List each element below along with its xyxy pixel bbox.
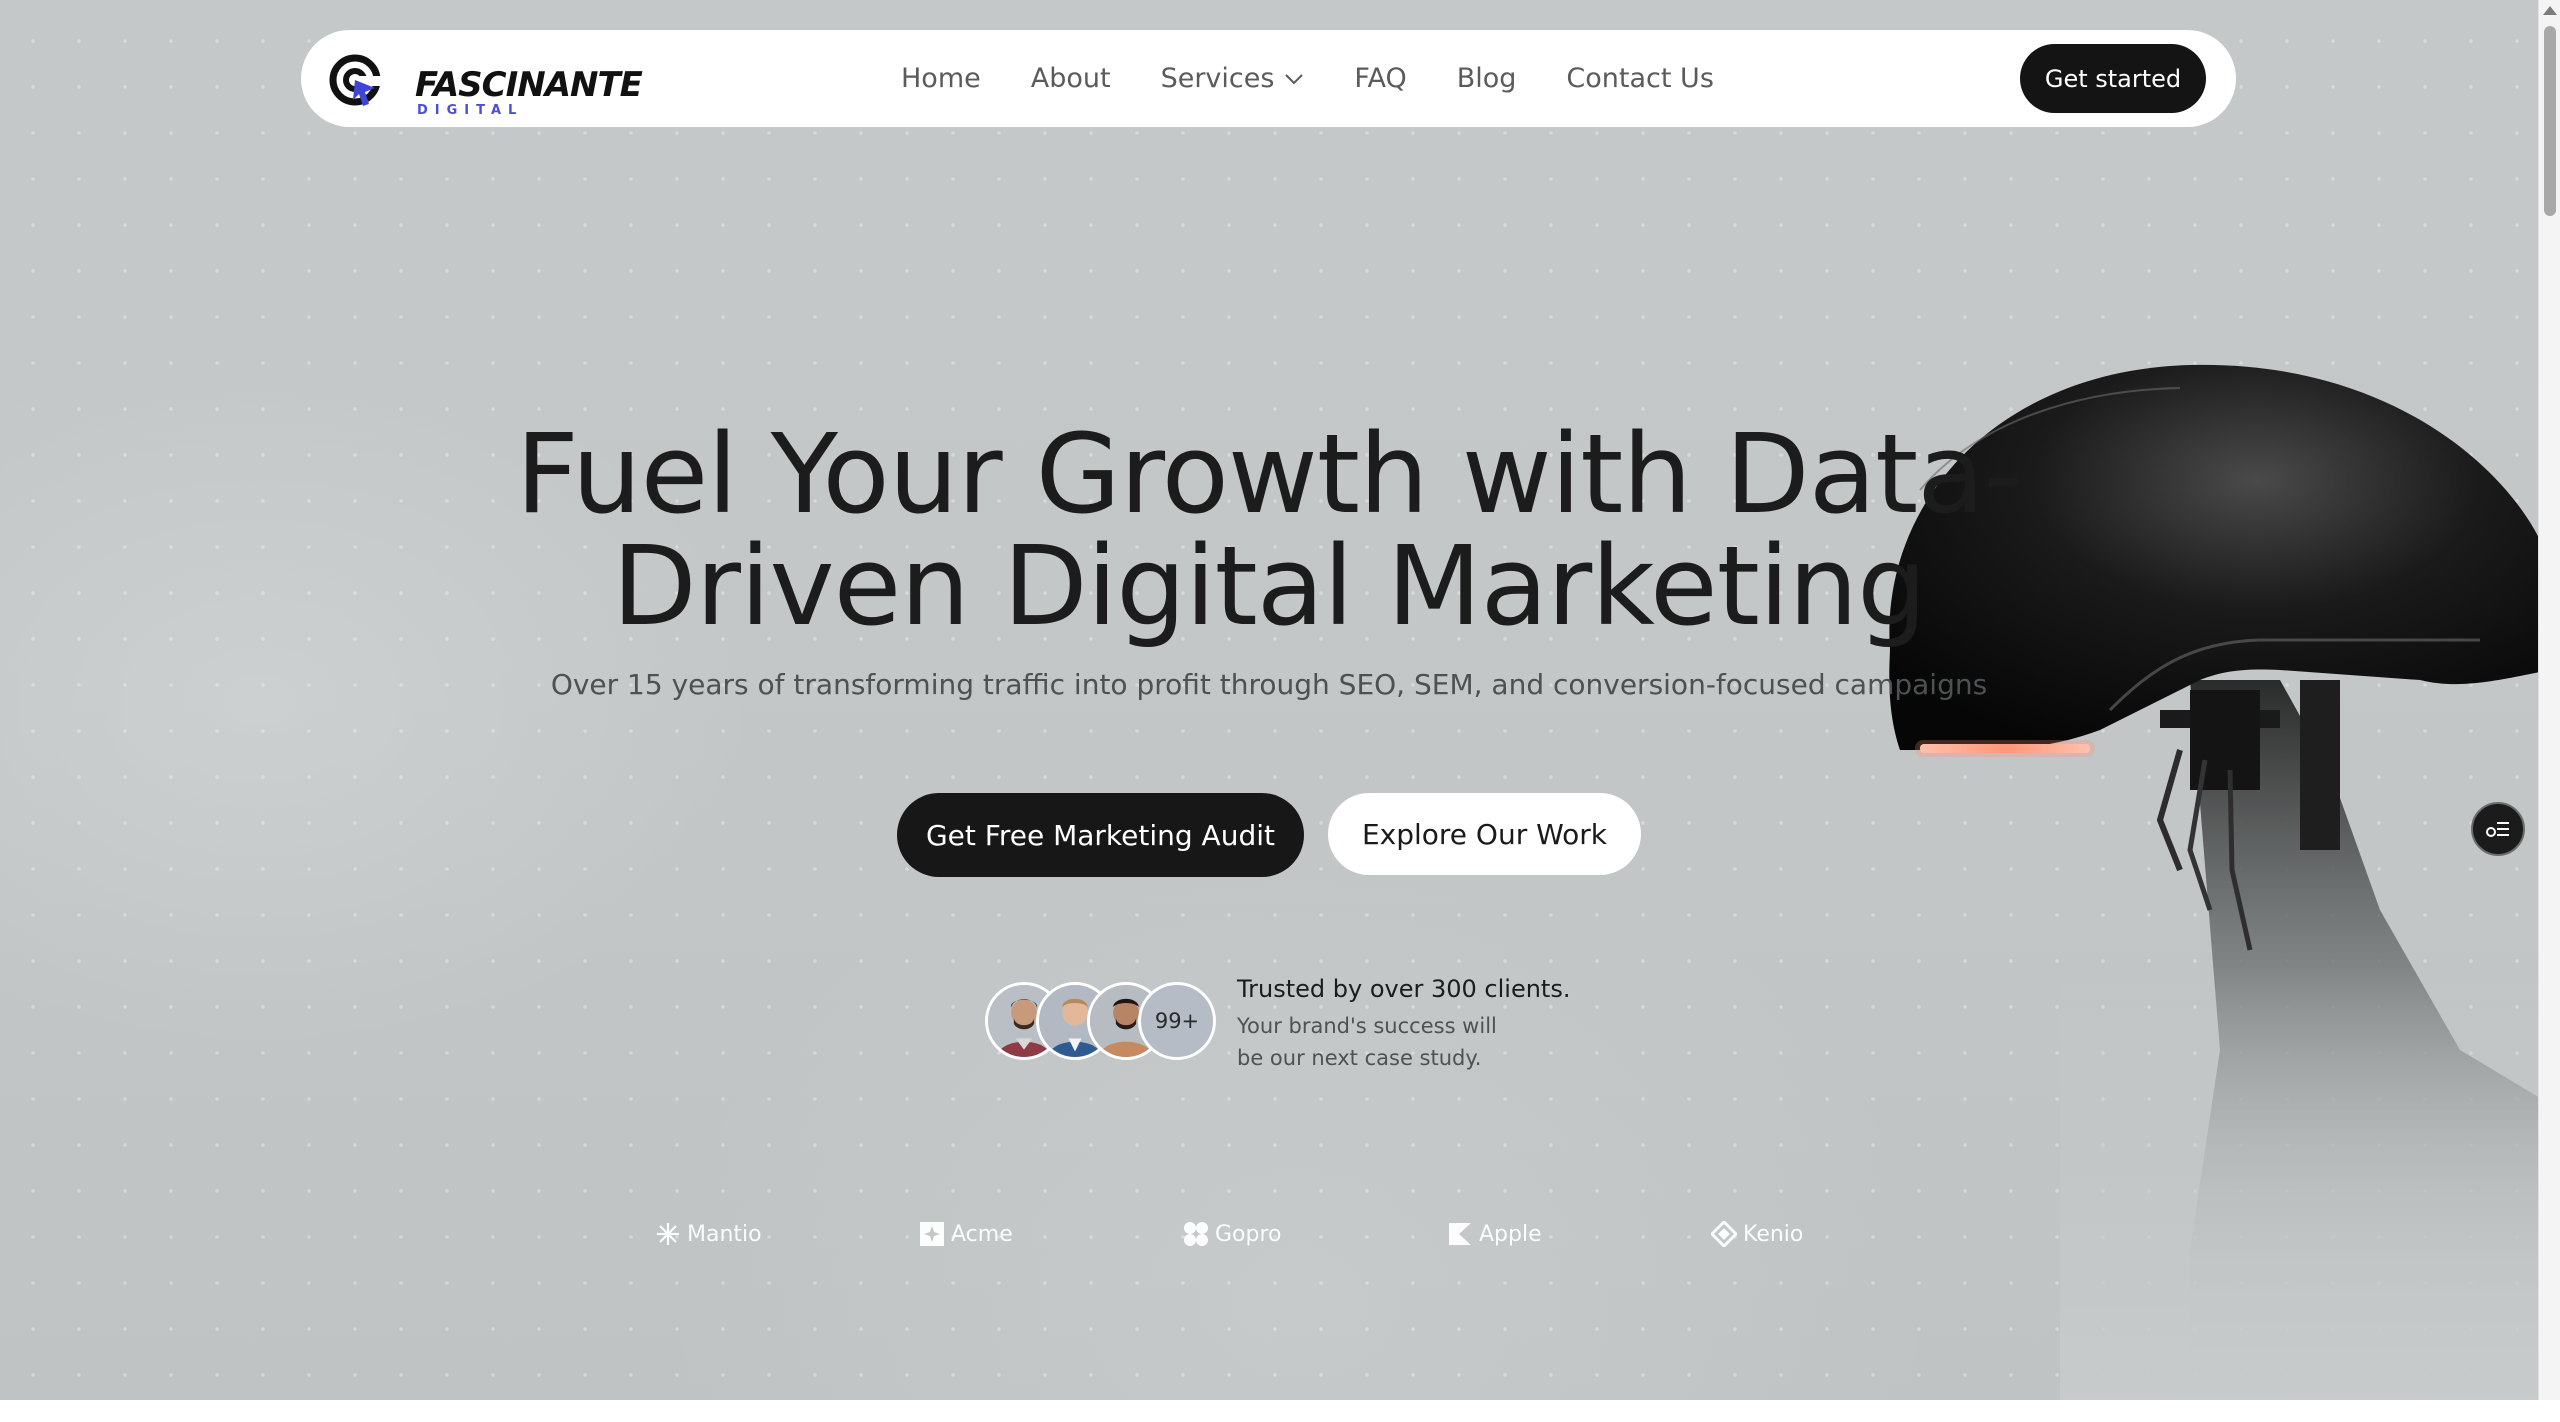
- logo-label: Mantio: [687, 1221, 762, 1247]
- page-below-fold: [0, 1400, 2560, 1422]
- scrollbar-thumb[interactable]: [2544, 26, 2556, 216]
- diamond-loop-icon: [1711, 1221, 1737, 1247]
- client-avatars: 99+: [985, 982, 1216, 1060]
- k-mark-icon: [1449, 1223, 1471, 1245]
- hero-subtitle: Over 15 years of transforming traffic in…: [550, 668, 1988, 701]
- nav-item-label: Services: [1160, 63, 1275, 94]
- burst-icon: [657, 1223, 679, 1245]
- logo-label: Apple: [1479, 1221, 1542, 1247]
- square-cross-icon: [920, 1222, 944, 1246]
- nav-item-label: FAQ: [1354, 63, 1407, 94]
- logo-gopro: Gopro: [1183, 1218, 1282, 1250]
- page-viewport: FASCINANTE DIGITAL Home About Services F…: [0, 0, 2538, 1400]
- vertical-scrollbar[interactable]: [2538, 0, 2560, 1400]
- brand-logo[interactable]: FASCINANTE DIGITAL: [329, 50, 643, 117]
- get-started-button[interactable]: Get started: [2020, 44, 2206, 113]
- client-count-badge: 99+: [1138, 982, 1216, 1060]
- nav-item-services[interactable]: Services: [1161, 63, 1305, 94]
- nav-item-label: Home: [901, 63, 981, 94]
- nav-item-about[interactable]: About: [1031, 63, 1111, 94]
- nav-links: Home About Services FAQ Blog Contact Us: [901, 30, 1764, 127]
- explore-work-button[interactable]: Explore Our Work: [1328, 793, 1641, 875]
- logo-mark-icon: [329, 54, 383, 106]
- logo-label: Gopro: [1215, 1221, 1282, 1247]
- brand-tagline: DIGITAL: [417, 103, 524, 118]
- four-petal-icon: [1184, 1222, 1208, 1246]
- nav-item-label: About: [1030, 63, 1111, 94]
- logo-kenio: Kenio: [1711, 1218, 1803, 1250]
- nav-item-blog[interactable]: Blog: [1457, 63, 1517, 94]
- chevron-down-icon: [1285, 73, 1304, 84]
- logo-label: Acme: [951, 1221, 1013, 1247]
- toggle-list-icon: [2486, 822, 2509, 837]
- hero-title-line-2: Driven Digital Marketing: [612, 522, 1927, 650]
- trust-title: Trusted by over 300 clients.: [1237, 975, 1571, 1003]
- accessibility-widget-button[interactable]: [2471, 802, 2525, 856]
- scroll-up-arrow-icon[interactable]: [2543, 6, 2557, 15]
- brand-name: FASCINANTE: [415, 65, 643, 105]
- hero-title: Fuel Your Growth with Data- Driven Digit…: [0, 418, 2538, 642]
- nav-item-label: Blog: [1456, 63, 1517, 94]
- nav-item-faq[interactable]: FAQ: [1354, 63, 1406, 94]
- trust-body: Your brand's success will be our next ca…: [1237, 1014, 1497, 1070]
- logo-label: Kenio: [1743, 1221, 1804, 1247]
- free-audit-button[interactable]: Get Free Marketing Audit: [897, 793, 1304, 877]
- logo-acme: Acme: [919, 1218, 1013, 1250]
- nav-item-home[interactable]: Home: [901, 63, 981, 94]
- logo-apple: Apple: [1447, 1218, 1542, 1250]
- hero-title-line-1: Fuel Your Growth with Data-: [515, 410, 2024, 538]
- top-navbar: FASCINANTE DIGITAL Home About Services F…: [301, 30, 2236, 127]
- nav-item-label: Contact Us: [1566, 63, 1714, 94]
- logo-mantio: Mantio: [655, 1218, 762, 1250]
- nav-item-contact[interactable]: Contact Us: [1566, 63, 1713, 94]
